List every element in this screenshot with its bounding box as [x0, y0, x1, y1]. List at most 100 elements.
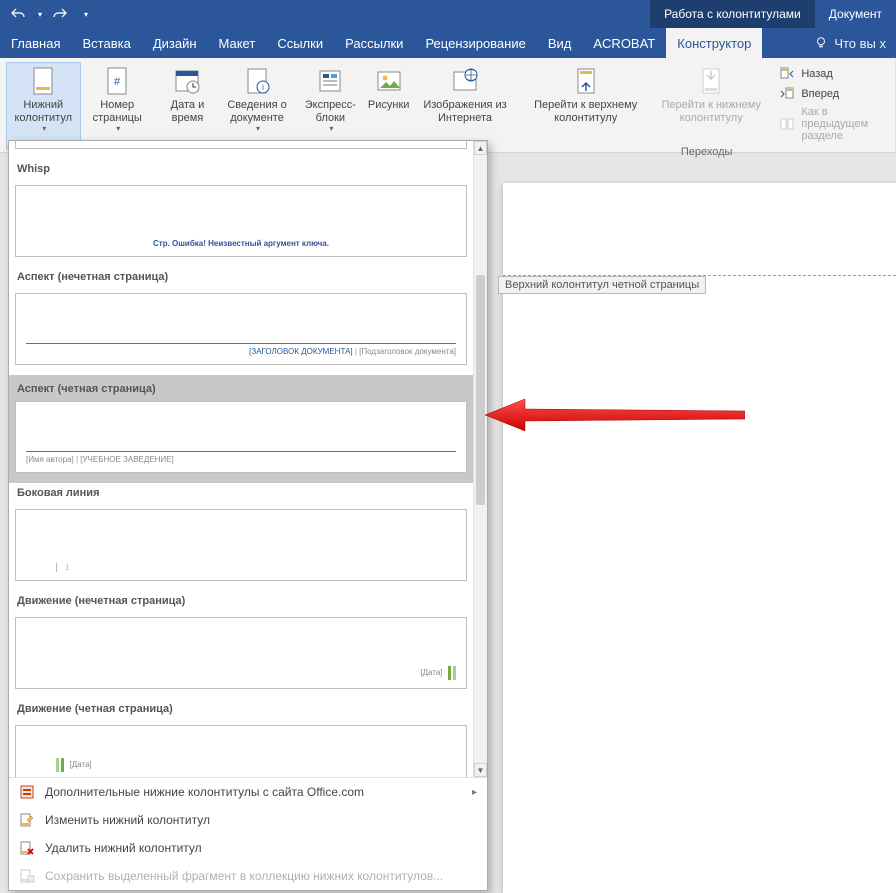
more-from-office-label: Дополнительные нижние колонтитулы с сайт… — [45, 785, 364, 799]
online-pictures-button[interactable]: Изображения из Интернета — [418, 62, 513, 150]
more-from-office-button[interactable]: Дополнительные нижние колонтитулы с сайт… — [9, 778, 487, 806]
doc-info-label: Сведения о документе — [222, 99, 292, 124]
gallery-scrollbar[interactable]: ▲ ▼ — [473, 141, 487, 777]
ribbon-tabs: Главная Вставка Дизайн Макет Ссылки Расс… — [0, 28, 896, 58]
online-pictures-icon — [449, 65, 481, 97]
link-to-previous-button: Как в предыдущем разделе — [775, 104, 889, 144]
gallery-item-aspect-odd[interactable]: [ЗАГОЛОВОК ДОКУМЕНТА] | [Подзаголовок до… — [9, 287, 473, 375]
gallery-preview: [Дата] — [15, 725, 467, 777]
nav-forward-button[interactable]: Вперед — [775, 84, 889, 104]
footer-button-label: Нижний колонтитул — [11, 99, 76, 124]
remove-footer-label: Удалить нижний колонтитул — [45, 841, 202, 855]
gallery-item-label: Whisp — [9, 159, 473, 179]
goto-header-button[interactable]: Перейти к верхнему колонтитулу — [524, 62, 647, 127]
pictures-label: Рисунки — [368, 99, 410, 112]
page-number-label: Номер страницы — [90, 99, 145, 124]
gallery-preview: Стр. Ошибка! Неизвестный аргумент ключа. — [15, 141, 467, 149]
calendar-icon — [171, 65, 203, 97]
quick-parts-label: Экспресс-блоки — [305, 99, 356, 124]
gallery-preview: 1 — [15, 509, 467, 581]
gallery-item-label: Аспект (нечетная страница) — [9, 267, 473, 287]
group-navigation: Перейти к верхнему колонтитулу Перейти к… — [518, 58, 896, 152]
edit-footer-button[interactable]: Изменить нижний колонтитул — [9, 806, 487, 834]
goto-header-icon — [570, 65, 602, 97]
footer-gallery-dropdown: Стр. Ошибка! Неизвестный аргумент ключа.… — [8, 140, 488, 891]
chevron-right-icon: ▸ — [472, 787, 477, 798]
bulb-icon — [814, 36, 828, 50]
office-icon — [19, 784, 35, 800]
gallery-item-label: Движение (нечетная страница) — [9, 591, 473, 611]
tab-mailings[interactable]: Рассылки — [334, 28, 414, 58]
edit-footer-label: Изменить нижний колонтитул — [45, 813, 210, 827]
doc-info-icon: i — [241, 65, 273, 97]
undo-icon[interactable] — [10, 6, 26, 22]
tell-me[interactable]: Что вы х — [804, 28, 896, 58]
gallery-preview: [Дата] — [15, 617, 467, 689]
ribbon: Нижний колонтитул ▾ # Номер страницы ▾ Д… — [0, 58, 896, 153]
chevron-down-icon: ▾ — [256, 124, 260, 133]
pictures-button[interactable]: Рисунки — [364, 62, 414, 150]
tell-me-label: Что вы х — [834, 36, 886, 51]
goto-footer-button: Перейти к нижнему колонтитулу — [651, 62, 771, 127]
tab-layout[interactable]: Макет — [208, 28, 267, 58]
tab-insert[interactable]: Вставка — [71, 28, 141, 58]
doc-info-button[interactable]: i Сведения о документе ▾ — [217, 62, 297, 150]
gallery-item-label: Аспект (четная страница) — [15, 379, 467, 399]
tab-review[interactable]: Рецензирование — [414, 28, 536, 58]
tab-design[interactable]: Дизайн — [142, 28, 208, 58]
pictures-icon — [373, 65, 405, 97]
group-header-footer: Нижний колонтитул ▾ # Номер страницы ▾ — [0, 58, 156, 152]
save-selection-icon — [19, 868, 35, 884]
svg-text:#: # — [114, 76, 121, 88]
tab-constructor[interactable]: Конструктор — [666, 28, 762, 58]
tab-view[interactable]: Вид — [537, 28, 583, 58]
chevron-down-icon: ▾ — [116, 124, 120, 133]
contextual-tabs: Работа с колонтитулами Документ — [650, 0, 896, 28]
gallery-item-aspect-even[interactable]: Аспект (четная страница) [Имя автора] | … — [9, 375, 473, 483]
scroll-thumb[interactable] — [476, 275, 485, 505]
gallery-item-motion-odd[interactable]: [Дата] — [9, 611, 473, 699]
page-number-button[interactable]: # Номер страницы ▾ — [85, 62, 150, 150]
context-tab-header-footer[interactable]: Работа с колонтитулами — [650, 0, 815, 28]
scroll-track[interactable] — [474, 155, 487, 763]
gallery-item-whisp-2[interactable]: Стр. Ошибка! Неизвестный аргумент ключа. — [9, 179, 473, 267]
footer-button[interactable]: Нижний колонтитул ▾ — [6, 62, 81, 150]
edit-footer-icon — [19, 812, 35, 828]
group-navigation-label: Переходы — [681, 144, 733, 158]
redo-icon[interactable] — [52, 6, 68, 22]
tab-home[interactable]: Главная — [0, 28, 71, 58]
chevron-down-icon: ▾ — [42, 124, 46, 133]
tab-references[interactable]: Ссылки — [266, 28, 334, 58]
gallery-scroll-area: Стр. Ошибка! Неизвестный аргумент ключа.… — [9, 141, 487, 777]
context-tab-document[interactable]: Документ — [815, 0, 896, 28]
gallery-preview: [ЗАГОЛОВОК ДОКУМЕНТА] | [Подзаголовок до… — [15, 293, 467, 365]
gallery-item-whisp[interactable]: Стр. Ошибка! Неизвестный аргумент ключа. — [9, 141, 473, 159]
online-pictures-label: Изображения из Интернета — [423, 99, 508, 124]
nav-forward-icon — [779, 86, 795, 102]
qat-customize-icon[interactable]: ▾ — [84, 10, 88, 19]
undo-dropdown-icon[interactable]: ▾ — [38, 10, 42, 19]
gallery-item-sideline[interactable]: 1 — [9, 503, 473, 591]
goto-footer-label: Перейти к нижнему колонтитулу — [656, 99, 766, 124]
tab-acrobat[interactable]: ACROBAT — [582, 28, 666, 58]
link-previous-label: Как в предыдущем разделе — [801, 106, 885, 142]
gallery-item-motion-even[interactable]: [Дата] — [9, 719, 473, 777]
svg-text:i: i — [262, 83, 264, 92]
quick-parts-button[interactable]: Экспресс-блоки ▾ — [301, 62, 360, 150]
goto-footer-icon — [695, 65, 727, 97]
document-page[interactable]: Верхний колонтитул четной страницы — [503, 183, 896, 893]
remove-footer-icon — [19, 840, 35, 856]
date-time-button[interactable]: Дата и время — [162, 62, 213, 150]
goto-header-label: Перейти к верхнему колонтитулу — [529, 99, 642, 124]
chevron-down-icon: ▾ — [329, 124, 333, 133]
scroll-up-button[interactable]: ▲ — [474, 141, 487, 155]
scroll-down-button[interactable]: ▼ — [474, 763, 487, 777]
title-bar: ▾ ▾ Работа с колонтитулами Документ — [0, 0, 896, 28]
save-selection-label: Сохранить выделенный фрагмент в коллекци… — [45, 869, 443, 883]
group-insert: Дата и время i Сведения о документе ▾ Эк… — [156, 58, 518, 152]
save-selection-button: Сохранить выделенный фрагмент в коллекци… — [9, 862, 487, 890]
header-region[interactable] — [503, 183, 896, 276]
remove-footer-button[interactable]: Удалить нижний колонтитул — [9, 834, 487, 862]
nav-back-button[interactable]: Назад — [775, 64, 889, 84]
gallery-footer: Дополнительные нижние колонтитулы с сайт… — [9, 777, 487, 890]
